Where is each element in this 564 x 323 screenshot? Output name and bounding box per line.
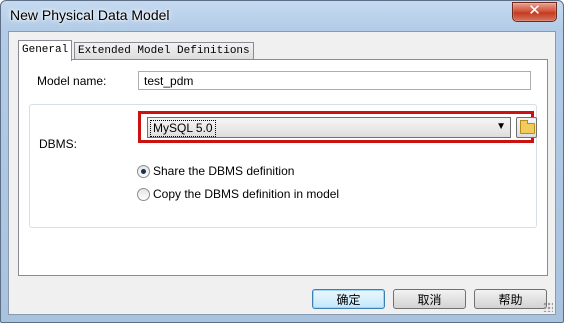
help-button[interactable]: 帮助 (474, 289, 547, 309)
general-tab-panel: Model name: test_pdm DBMS: MySQL 5.0 ▼ S… (18, 59, 548, 276)
dbms-select[interactable]: MySQL 5.0 ▼ (147, 117, 511, 138)
dialog-window: New Physical Data Model ✕ General Extend… (0, 0, 564, 323)
window-title: New Physical Data Model (10, 7, 170, 23)
chevron-down-icon: ▼ (496, 121, 506, 132)
share-dbms-radio[interactable] (137, 165, 150, 178)
copy-dbms-radio[interactable] (137, 188, 150, 201)
close-icon: ✕ (528, 1, 541, 19)
dialog-body: General Extended Model Definitions Model… (8, 31, 556, 315)
tab-extended-model-definitions[interactable]: Extended Model Definitions (74, 42, 254, 60)
resize-grip[interactable] (543, 302, 553, 312)
model-name-label: Model name: (37, 74, 107, 88)
tab-extended-label: Extended Model Definitions (78, 45, 250, 57)
cancel-button[interactable]: 取消 (393, 289, 466, 309)
ok-button[interactable]: 确定 (312, 289, 385, 309)
share-dbms-label[interactable]: Share the DBMS definition (153, 164, 294, 178)
browse-dbms-button[interactable] (516, 117, 537, 138)
close-button[interactable]: ✕ (512, 1, 557, 22)
copy-dbms-label[interactable]: Copy the DBMS definition in model (153, 187, 339, 201)
dbms-group: DBMS: MySQL 5.0 ▼ Share the DBMS definit… (29, 104, 537, 228)
folder-icon (520, 120, 535, 134)
dbms-selected-value: MySQL 5.0 (150, 120, 216, 137)
dbms-label: DBMS: (39, 137, 78, 151)
tab-general[interactable]: General (18, 40, 73, 61)
tab-general-label: General (22, 44, 69, 56)
title-bar[interactable]: New Physical Data Model ✕ (1, 1, 563, 31)
model-name-input[interactable]: test_pdm (138, 71, 531, 90)
